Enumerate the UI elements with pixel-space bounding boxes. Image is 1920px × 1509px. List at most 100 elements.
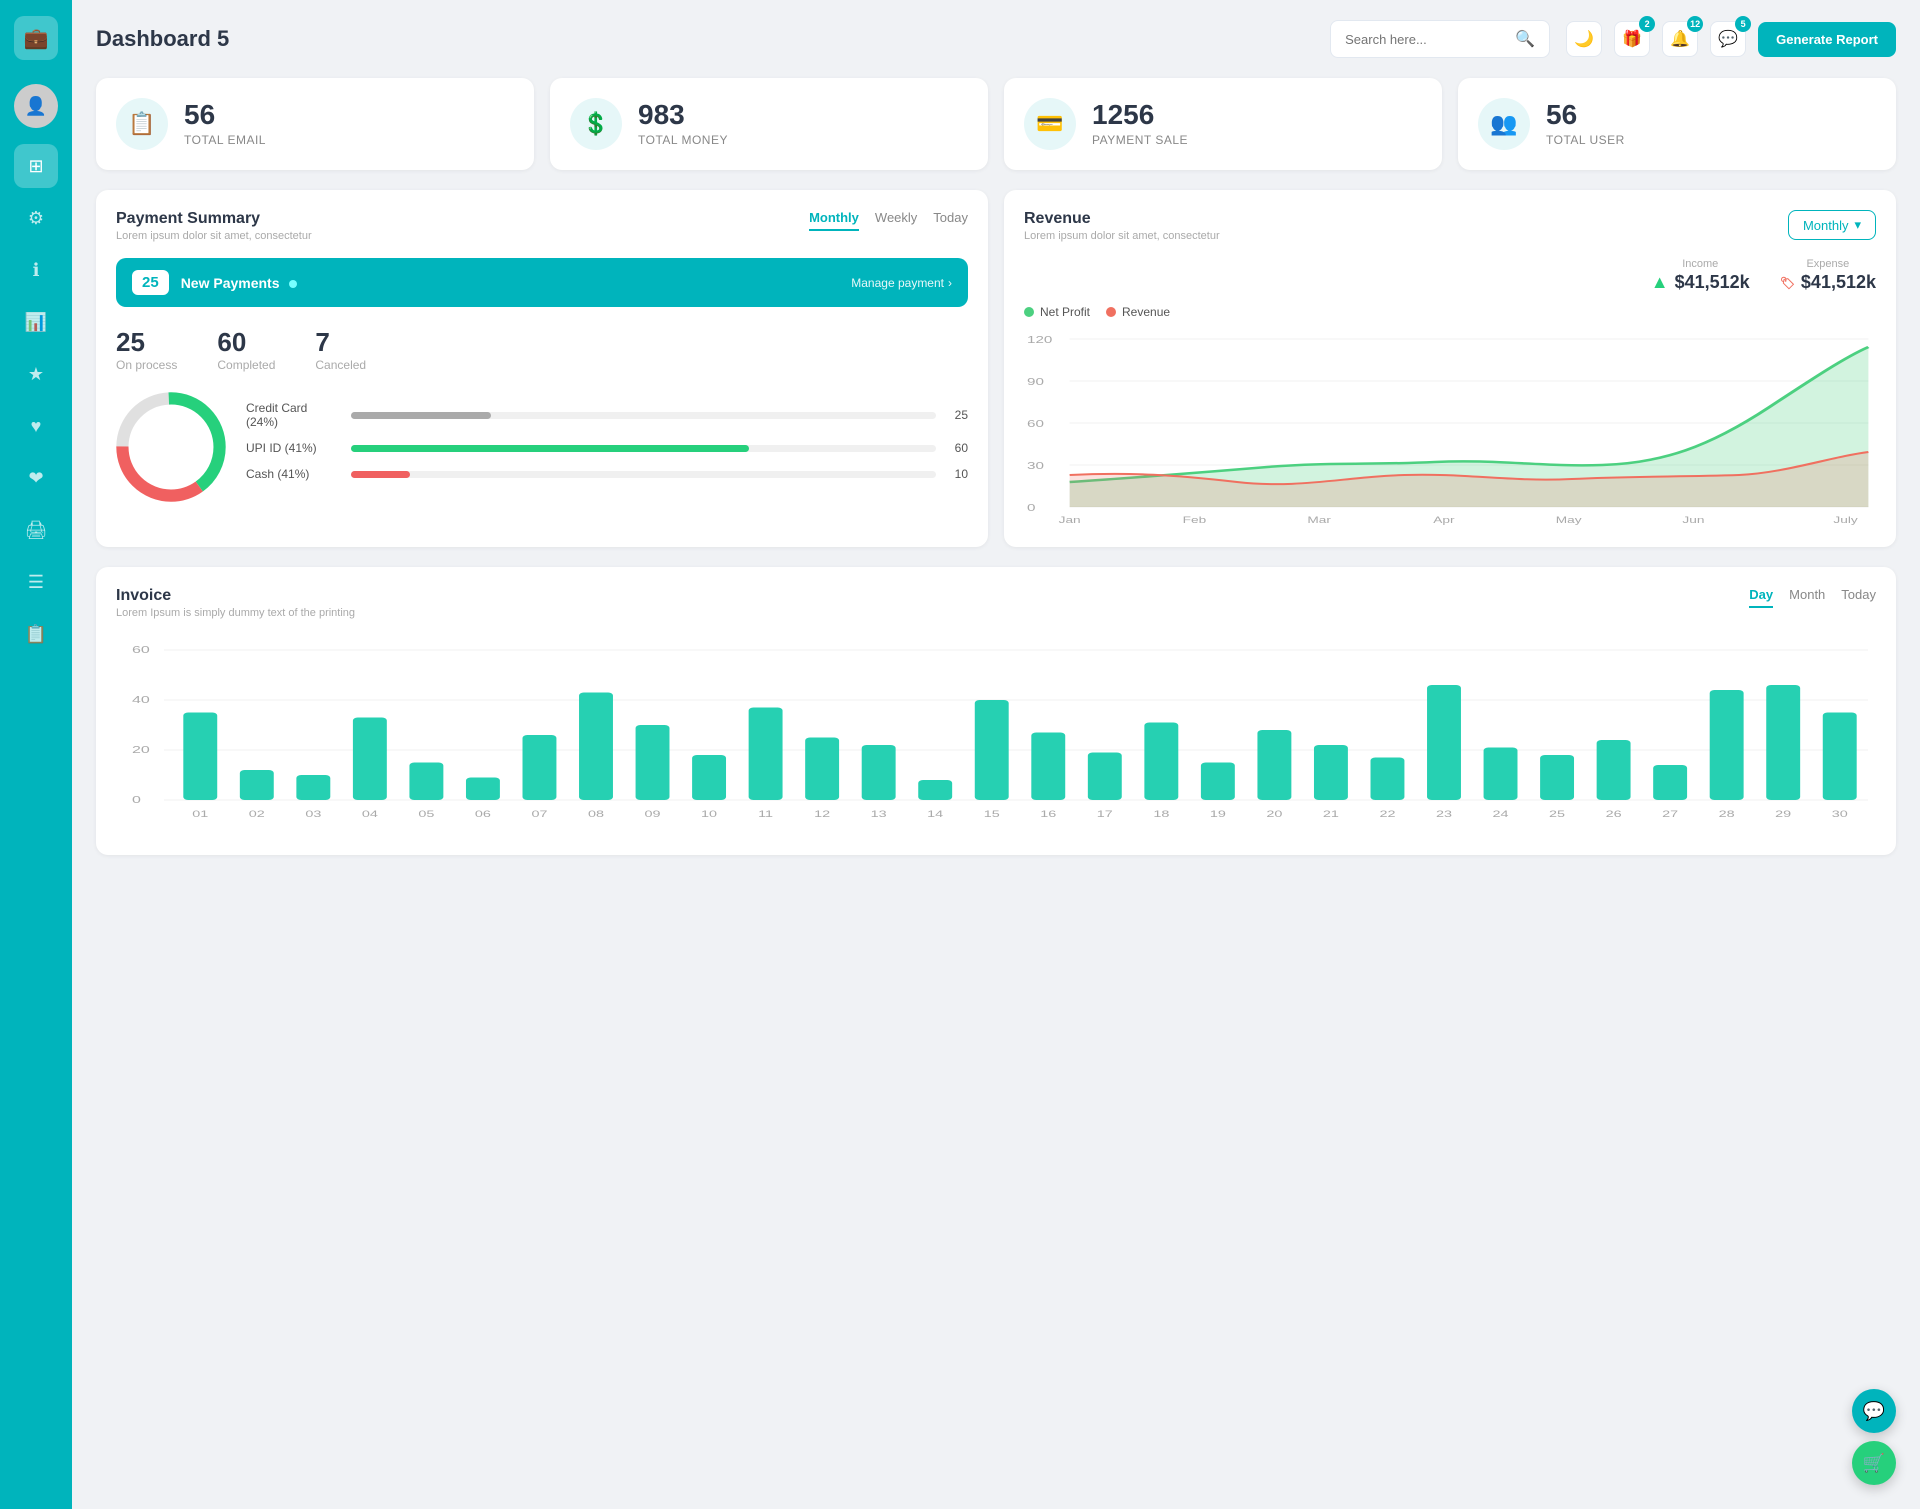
money-icon: 💲 bbox=[570, 98, 622, 150]
new-payments-dot bbox=[289, 280, 297, 288]
completed-stat: 60 Completed bbox=[217, 327, 275, 372]
tab-monthly[interactable]: Monthly bbox=[809, 210, 859, 231]
svg-text:Mar: Mar bbox=[1307, 516, 1331, 525]
svg-text:Jun: Jun bbox=[1682, 516, 1704, 525]
svg-text:19: 19 bbox=[1210, 809, 1226, 819]
invoice-tab-today[interactable]: Today bbox=[1841, 587, 1876, 608]
svg-text:01: 01 bbox=[192, 809, 208, 819]
legend-revenue: Revenue bbox=[1106, 305, 1170, 319]
search-bar[interactable]: 🔍 bbox=[1330, 20, 1550, 58]
svg-text:26: 26 bbox=[1606, 809, 1622, 819]
stat-card-email: 📋 56 TOTAL EMAIL bbox=[96, 78, 534, 170]
completed-value: 60 bbox=[217, 327, 275, 358]
svg-text:15: 15 bbox=[984, 809, 1000, 819]
income-expense-row: Income ▲ $41,512k Expense 🏷 $41,512k bbox=[1024, 258, 1876, 293]
invoice-tab-day[interactable]: Day bbox=[1749, 587, 1773, 608]
sidebar-item-star[interactable]: ★ bbox=[14, 352, 58, 396]
middle-row: Payment Summary Lorem ipsum dolor sit am… bbox=[96, 190, 1896, 547]
progress-row-cash: Cash (41%) 10 bbox=[246, 467, 968, 481]
bell-icon-btn[interactable]: 🔔 12 bbox=[1662, 21, 1698, 57]
svg-text:03: 03 bbox=[305, 809, 321, 819]
tab-weekly[interactable]: Weekly bbox=[875, 210, 917, 231]
svg-text:11: 11 bbox=[758, 809, 773, 819]
sidebar-item-list[interactable]: 📋 bbox=[14, 612, 58, 656]
tab-today[interactable]: Today bbox=[933, 210, 968, 231]
income-item: Income ▲ $41,512k bbox=[1651, 258, 1750, 293]
svg-text:13: 13 bbox=[871, 809, 887, 819]
generate-report-button[interactable]: Generate Report bbox=[1758, 22, 1896, 57]
avatar[interactable]: 👤 bbox=[14, 84, 58, 128]
svg-text:0: 0 bbox=[132, 794, 141, 805]
sidebar-item-menu[interactable]: ☰ bbox=[14, 560, 58, 604]
chat-fab[interactable]: 💬 bbox=[1852, 1389, 1896, 1433]
payment-tabs: Monthly Weekly Today bbox=[809, 210, 968, 231]
revenue-legend: Net Profit Revenue bbox=[1024, 305, 1876, 319]
sidebar: 💼 👤 ⊞ ⚙ ℹ 📊 ★ ♥ ❤ 🖨 ☰ 📋 bbox=[0, 0, 72, 1509]
payment-summary-title: Payment Summary bbox=[116, 210, 312, 228]
search-input[interactable] bbox=[1345, 32, 1507, 47]
svg-text:10: 10 bbox=[701, 809, 717, 819]
credit-label: Credit Card (24%) bbox=[246, 401, 341, 429]
sidebar-logo[interactable]: 💼 bbox=[14, 16, 58, 60]
revenue-monthly-dropdown[interactable]: Monthly ▾ bbox=[1788, 210, 1876, 240]
sidebar-item-heart2[interactable]: ❤ bbox=[14, 456, 58, 500]
cash-label: Cash (41%) bbox=[246, 467, 341, 481]
chat-badge: 5 bbox=[1735, 16, 1751, 32]
sidebar-item-print[interactable]: 🖨 bbox=[14, 508, 58, 552]
chat-icon-btn[interactable]: 💬 5 bbox=[1710, 21, 1746, 57]
donut-chart bbox=[116, 392, 226, 502]
svg-text:06: 06 bbox=[475, 809, 491, 819]
svg-text:60: 60 bbox=[132, 644, 150, 655]
legend-net-profit: Net Profit bbox=[1024, 305, 1090, 319]
payment-summary-header: Payment Summary Lorem ipsum dolor sit am… bbox=[116, 210, 968, 242]
payment-icon: 💳 bbox=[1024, 98, 1076, 150]
expense-item: Expense 🏷 $41,512k bbox=[1780, 258, 1876, 293]
new-payments-count: 25 bbox=[132, 270, 169, 295]
progress-row-credit: Credit Card (24%) 25 bbox=[246, 401, 968, 429]
sidebar-item-settings[interactable]: ⚙ bbox=[14, 196, 58, 240]
email-label: TOTAL EMAIL bbox=[184, 133, 266, 147]
sidebar-item-heart[interactable]: ♥ bbox=[14, 404, 58, 448]
invoice-tab-month[interactable]: Month bbox=[1789, 587, 1825, 608]
payment-stats-nums: 25 On process 60 Completed 7 Canceled bbox=[116, 327, 968, 372]
svg-text:08: 08 bbox=[588, 809, 604, 819]
svg-text:27: 27 bbox=[1662, 809, 1678, 819]
progress-row-upi: UPI ID (41%) 60 bbox=[246, 441, 968, 455]
completed-label: Completed bbox=[217, 358, 275, 372]
upi-bar bbox=[351, 445, 936, 452]
svg-text:28: 28 bbox=[1719, 809, 1735, 819]
new-payments-bar: 25 New Payments Manage payment › bbox=[116, 258, 968, 307]
sidebar-item-analytics[interactable]: 📊 bbox=[14, 300, 58, 344]
user-icon: 👥 bbox=[1478, 98, 1530, 150]
stat-card-money: 💲 983 TOTAL MONEY bbox=[550, 78, 988, 170]
svg-text:21: 21 bbox=[1323, 809, 1339, 819]
svg-text:14: 14 bbox=[927, 809, 943, 819]
page-title: Dashboard 5 bbox=[96, 26, 1314, 52]
gift-icon-btn[interactable]: 🎁 2 bbox=[1614, 21, 1650, 57]
invoice-section: Invoice Lorem Ipsum is simply dummy text… bbox=[96, 567, 1896, 855]
theme-toggle[interactable]: 🌙 bbox=[1566, 21, 1602, 57]
new-payments-label: New Payments bbox=[181, 275, 840, 291]
cart-fab[interactable]: 🛒 bbox=[1852, 1441, 1896, 1485]
invoice-tabs: Day Month Today bbox=[1749, 587, 1876, 608]
svg-text:30: 30 bbox=[1832, 809, 1848, 819]
svg-text:23: 23 bbox=[1436, 809, 1452, 819]
sidebar-item-info[interactable]: ℹ bbox=[14, 248, 58, 292]
upi-label: UPI ID (41%) bbox=[246, 441, 341, 455]
sidebar-item-dashboard[interactable]: ⊞ bbox=[14, 144, 58, 188]
svg-text:90: 90 bbox=[1027, 376, 1044, 388]
manage-payment-link[interactable]: Manage payment › bbox=[851, 276, 952, 290]
svg-text:20: 20 bbox=[1266, 809, 1282, 819]
credit-value: 25 bbox=[946, 408, 968, 422]
invoice-header: Invoice Lorem Ipsum is simply dummy text… bbox=[116, 587, 1876, 619]
payment-summary-subtitle: Lorem ipsum dolor sit amet, consectetur bbox=[116, 230, 312, 242]
on-process-stat: 25 On process bbox=[116, 327, 177, 372]
revenue-title: Revenue bbox=[1024, 210, 1220, 228]
upi-fill bbox=[351, 445, 749, 452]
upi-value: 60 bbox=[946, 441, 968, 455]
svg-text:02: 02 bbox=[249, 809, 265, 819]
gift-badge: 2 bbox=[1639, 16, 1655, 32]
money-label: TOTAL MONEY bbox=[638, 133, 728, 147]
payment-summary-card: Payment Summary Lorem ipsum dolor sit am… bbox=[96, 190, 988, 547]
svg-text:120: 120 bbox=[1027, 334, 1052, 346]
